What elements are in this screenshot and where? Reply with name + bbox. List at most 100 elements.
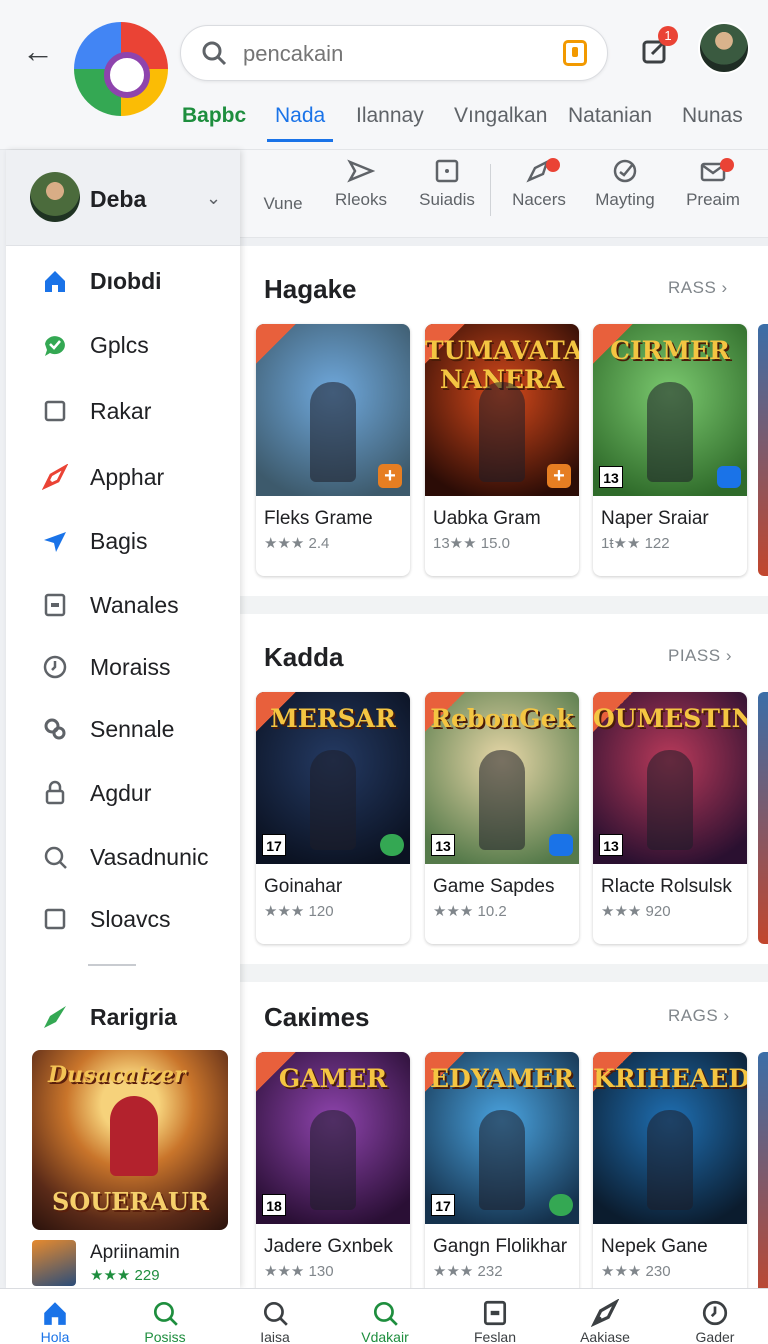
- bottom-nav-item-5[interactable]: Aakiase: [550, 1299, 660, 1344]
- section-title: Caкimes: [264, 1002, 370, 1032]
- see-more-link[interactable]: RASS ›: [668, 278, 728, 298]
- home-icon: [44, 1302, 66, 1325]
- sidebar-item-2[interactable]: Rakar: [6, 384, 240, 440]
- filter-rleoks[interactable]: Rleoks: [318, 158, 404, 210]
- see-more-label: RASS: [668, 278, 717, 297]
- filter-suiadis[interactable]: Suiadis: [404, 158, 490, 210]
- sidebar-item-7[interactable]: Sennale: [6, 702, 240, 758]
- cover-character: [647, 1110, 693, 1210]
- sidebar-item-label: Agdur: [90, 780, 152, 806]
- age-rating-badge: 17: [262, 834, 286, 856]
- bottom-nav-item-6[interactable]: Gader: [660, 1299, 768, 1344]
- cover-character: [647, 750, 693, 850]
- app-thumbnail: [32, 1240, 76, 1286]
- sidebar-item-4[interactable]: Bagis: [6, 514, 240, 570]
- app-logo: [74, 22, 168, 116]
- app-card[interactable]: CIRMER 13 Naper Sraiar 1ŧ★★ 122: [593, 324, 747, 576]
- check-circle-icon: [613, 159, 637, 183]
- chat-icon: [45, 336, 65, 356]
- cover-title: OUMESTIN: [593, 704, 747, 733]
- cover-title: EDYAMER: [430, 1064, 574, 1093]
- clock-icon: [702, 1300, 728, 1326]
- bottom-nav-item-0[interactable]: Hola: [0, 1299, 110, 1344]
- filter-label: Mayting: [595, 190, 655, 209]
- app-rating: ★★★ 2.4: [264, 535, 330, 552]
- tab-vingalkan[interactable]: Vıngalkan: [454, 104, 547, 128]
- filter-label: Vune: [263, 194, 303, 213]
- notifications-button[interactable]: 1: [640, 26, 678, 66]
- app-rating: ★★★ 130: [264, 1263, 334, 1280]
- cover-title: MERSAR: [270, 704, 396, 733]
- sidebar-item-5[interactable]: Wanales: [6, 578, 240, 634]
- sidebar-item-1[interactable]: Gplcs: [6, 318, 240, 374]
- partial-card[interactable]: [758, 324, 768, 576]
- cover-character: [479, 382, 525, 482]
- app-card[interactable]: RebonGek 13 Game Sapdes ★★★ 10.2: [425, 692, 579, 944]
- filter-nacers[interactable]: Nacers: [496, 158, 582, 210]
- bottom-nav-label: Iaisa: [260, 1329, 290, 1344]
- tab-natanian[interactable]: Natanian: [568, 104, 652, 128]
- lock-icon: [45, 780, 65, 805]
- featured-banner[interactable]: Dusacatzer SOUERAUR: [32, 1050, 228, 1230]
- sidebar-item-0[interactable]: Dıobdi: [6, 254, 240, 310]
- bottom-nav-item-1[interactable]: Posiss: [110, 1299, 220, 1344]
- cover-title: RebonGek: [430, 704, 574, 733]
- sidebar-item-label: Rakar: [90, 398, 152, 424]
- search-input[interactable]: [243, 36, 543, 72]
- partial-card[interactable]: [758, 1052, 768, 1288]
- filter-preaim[interactable]: Preaim: [670, 158, 756, 210]
- sidebar-item-6[interactable]: Moraiss: [6, 640, 240, 696]
- bottom-navigation: Hola Posiss Iaisa Vdakair Feslan Aakiase…: [0, 1288, 768, 1344]
- sidebar-item-label: Dıobdi: [90, 268, 162, 294]
- app-rating: ★★★ 230: [601, 1263, 671, 1280]
- app-title: Gangn Flolikhar: [433, 1236, 568, 1257]
- app-cover-art: KRIHEAED: [593, 1052, 747, 1224]
- sidebar-item-rarigria[interactable]: Rarigria: [6, 990, 240, 1046]
- app-card[interactable]: OUMESTIN 13 Rlacte Rolsulsk ★★★ 920: [593, 692, 747, 944]
- filter-mayting[interactable]: Mayting: [582, 158, 668, 210]
- cover-character: [647, 382, 693, 482]
- app-card[interactable]: MERSAR 17 Goinahar ★★★ 120: [256, 692, 410, 944]
- sidebar-item-label: Rarigria: [90, 1004, 177, 1030]
- tab-nunas[interactable]: Nunas: [682, 104, 743, 128]
- sidebar-item-3[interactable]: Apphar: [6, 450, 240, 506]
- filter-label: Suiadis: [419, 190, 475, 209]
- see-more-link[interactable]: RAGS ›: [668, 1006, 730, 1026]
- sidebar-item-9[interactable]: Vasadnunic: [6, 830, 240, 886]
- filter-label: Nacers: [512, 190, 566, 209]
- rocket-icon: [591, 1299, 619, 1327]
- back-arrow-icon[interactable]: ←: [22, 35, 54, 68]
- home-icon: [45, 271, 65, 292]
- app-card[interactable]: KRIHEAED Nepek Gane ★★★ 230: [593, 1052, 747, 1288]
- sidebar-item-8[interactable]: Agdur: [6, 766, 240, 822]
- age-rating-badge: 13: [431, 834, 455, 856]
- tab-nada[interactable]: Nada: [266, 104, 334, 142]
- voice-search-icon[interactable]: [563, 40, 587, 66]
- app-card[interactable]: EDYAMER 17 Gangn Flolikhar ★★★ 232: [425, 1052, 579, 1288]
- app-rating: ★★★ 920: [601, 903, 671, 920]
- search-bar[interactable]: [180, 25, 608, 81]
- clock-icon: [43, 655, 67, 679]
- sidebar-item-10[interactable]: Sloavcs: [6, 892, 240, 948]
- tab-ilannay[interactable]: Ilannay: [356, 104, 424, 128]
- app-card[interactable]: + Fleks Grame ★★★ 2.4: [256, 324, 410, 576]
- sidebar-item-label: Gplcs: [90, 332, 149, 358]
- app-card[interactable]: GAMER 18 Jadere Gxnbek ★★★ 130: [256, 1052, 410, 1288]
- partial-card[interactable]: [758, 692, 768, 944]
- account-switcher[interactable]: Deba ⌄: [6, 150, 240, 246]
- check-badge-icon: [549, 1194, 573, 1216]
- see-more-link[interactable]: PIASS ›: [668, 646, 732, 666]
- cover-character: [310, 1110, 356, 1210]
- search-icon: [153, 1301, 178, 1326]
- install-plus-icon[interactable]: +: [547, 464, 571, 488]
- profile-avatar[interactable]: [698, 22, 750, 74]
- app-cover-art: GAMER 18: [256, 1052, 410, 1224]
- bottom-nav-item-4[interactable]: Feslan: [440, 1299, 550, 1344]
- app-card[interactable]: TUMAVATA NANERA + Uabka Gram 13★★ 15.0: [425, 324, 579, 576]
- bottom-nav-item-3[interactable]: Vdakair: [330, 1299, 440, 1344]
- bottom-nav-item-2[interactable]: Iaisa: [220, 1299, 330, 1344]
- featured-app-item[interactable]: Apriinamin ★★★ 229: [32, 1240, 232, 1286]
- send-icon: [347, 159, 375, 183]
- install-plus-icon[interactable]: +: [378, 464, 402, 488]
- filter-vune[interactable]: Vune: [240, 194, 326, 214]
